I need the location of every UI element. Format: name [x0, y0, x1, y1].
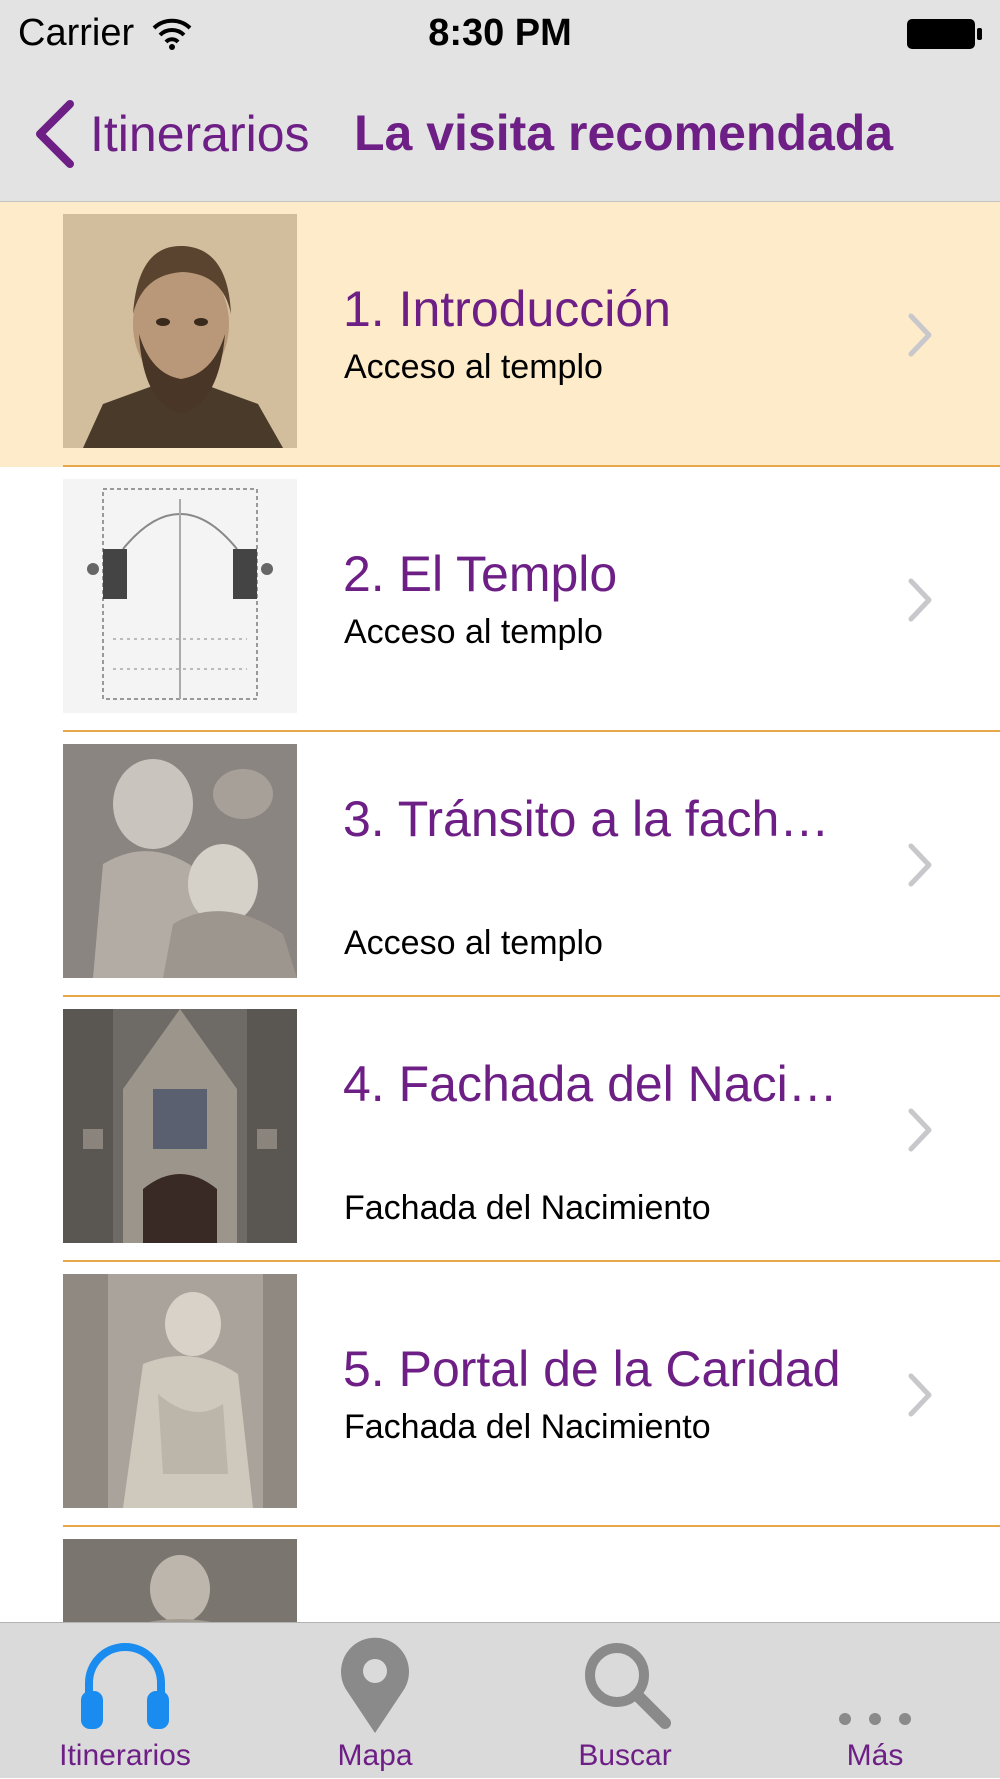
tab-label: Más	[846, 1739, 904, 1772]
back-button-label: Itinerarios	[90, 106, 310, 162]
row-title: 2. El Templo	[343, 546, 618, 602]
row-title: 1. Introducción	[343, 281, 671, 337]
row-subtitle: Fachada del Nacimiento	[344, 1408, 711, 1446]
page-title: La visita recomendada	[354, 105, 894, 161]
list-item[interactable]: 1. Introducción Acceso al templo	[0, 202, 1000, 467]
list-item[interactable]: 5. Portal de la Caridad Fachada del Naci…	[0, 1262, 1000, 1527]
thumbnail-portrait	[63, 214, 297, 448]
chevron-right-icon	[908, 1373, 932, 1417]
row-subtitle: Acceso al templo	[344, 613, 603, 651]
chevron-right-icon	[908, 313, 932, 357]
tab-itinerarios[interactable]: Itinerarios	[0, 1623, 250, 1779]
tab-mapa[interactable]: Mapa	[250, 1623, 500, 1779]
tab-label: Buscar	[578, 1739, 672, 1772]
tab-bar: Itinerarios Mapa Buscar Más	[0, 1622, 1000, 1778]
tab-label: Mapa	[337, 1739, 413, 1772]
status-bar: Carrier 8:30 PM	[0, 0, 1000, 68]
status-time: 8:30 PM	[428, 12, 572, 54]
list-item[interactable]: 2. El Templo Acceso al templo	[0, 467, 1000, 732]
row-title: 5. Portal de la Caridad	[343, 1341, 841, 1397]
more-icon	[839, 1713, 911, 1725]
thumbnail-floor-plan	[63, 479, 297, 713]
list-item[interactable]: 3. Tránsito a la fach… Acceso al templo	[0, 732, 1000, 997]
thumbnail-statue	[63, 1539, 297, 1622]
row-title: 4. Fachada del Naci…	[343, 1056, 838, 1112]
thumbnail-facade	[63, 1009, 297, 1243]
chevron-right-icon	[908, 578, 932, 622]
row-subtitle: Acceso al templo	[344, 348, 603, 386]
back-chevron-icon	[36, 100, 74, 168]
map-pin-icon	[341, 1637, 409, 1733]
back-button[interactable]: Itinerarios	[30, 96, 310, 172]
tab-mas[interactable]: Más	[750, 1623, 1000, 1779]
tab-buscar[interactable]: Buscar	[500, 1623, 750, 1779]
list-item[interactable]	[0, 1527, 1000, 1622]
list-item[interactable]: 4. Fachada del Naci… Fachada del Nacimie…	[0, 997, 1000, 1262]
search-icon	[585, 1643, 671, 1729]
row-title: 3. Tránsito a la fach…	[343, 791, 830, 847]
headphones-icon	[81, 1643, 169, 1729]
chevron-right-icon	[908, 843, 932, 887]
thumbnail-sculpture	[63, 744, 297, 978]
chevron-right-icon	[908, 1108, 932, 1152]
itinerary-list: 1. Introducción Acceso al templo 2. El T…	[0, 202, 1000, 1622]
tab-label: Itinerarios	[59, 1739, 191, 1772]
row-subtitle: Fachada del Nacimiento	[344, 1189, 711, 1227]
row-subtitle: Acceso al templo	[344, 924, 603, 962]
battery-icon	[907, 19, 982, 49]
navigation-bar: Itinerarios La visita recomendada	[0, 68, 1000, 202]
thumbnail-statue	[63, 1274, 297, 1508]
